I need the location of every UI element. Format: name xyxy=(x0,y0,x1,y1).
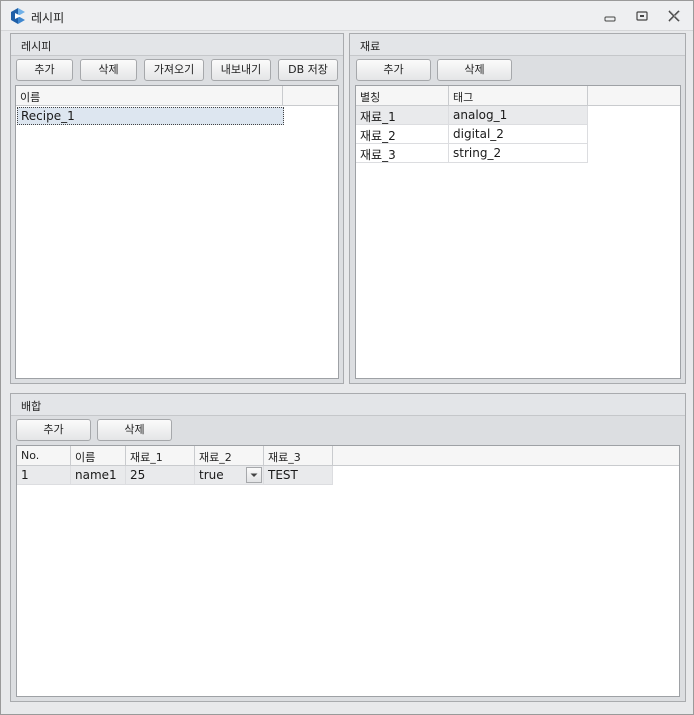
mix-column-header-filler xyxy=(333,446,679,466)
mix-add-button[interactable]: 추가 xyxy=(16,419,91,441)
minimize-icon[interactable] xyxy=(601,8,619,24)
mix-material-1-cell[interactable]: 25 xyxy=(126,466,195,485)
mix-material-3-cell[interactable]: TEST xyxy=(264,466,333,485)
chevron-down-icon[interactable] xyxy=(246,467,262,483)
mix-material-2-value: true xyxy=(199,468,224,482)
recipe-column-header-name[interactable]: 이름 xyxy=(16,86,283,106)
app-logo-icon xyxy=(9,7,27,25)
mix-panel-title: 배합 xyxy=(11,394,685,416)
maximize-icon[interactable] xyxy=(633,8,651,24)
recipe-delete-button[interactable]: 삭제 xyxy=(80,59,137,81)
mix-name-cell[interactable]: name1 xyxy=(71,466,126,485)
material-alias-cell[interactable]: 재료_3 xyxy=(356,144,449,163)
material-alias-cell[interactable]: 재료_1 xyxy=(356,106,449,125)
material-tag-cell[interactable]: string_2 xyxy=(449,144,588,163)
material-column-header-alias[interactable]: 별칭 xyxy=(356,86,449,106)
window-title: 레시피 xyxy=(31,11,65,25)
recipe-add-button[interactable]: 추가 xyxy=(16,59,73,81)
mix-material-2-dropdown[interactable]: true xyxy=(195,466,264,485)
mix-column-header-material-1[interactable]: 재료_1 xyxy=(126,446,195,466)
mix-table[interactable]: No. 이름 재료_1 재료_2 재료_3 1 name1 25 true TE… xyxy=(16,445,680,697)
recipe-list[interactable]: 이름 Recipe_1 xyxy=(15,85,339,379)
recipe-export-button[interactable]: 내보내기 xyxy=(211,59,271,81)
mix-column-header-material-2[interactable]: 재료_2 xyxy=(195,446,264,466)
mix-no-cell[interactable]: 1 xyxy=(17,466,71,485)
material-add-button[interactable]: 추가 xyxy=(356,59,431,81)
material-tag-cell[interactable]: digital_2 xyxy=(449,125,588,144)
material-panel-title: 재료 xyxy=(350,34,685,56)
mix-column-header-name[interactable]: 이름 xyxy=(71,446,126,466)
app-window: 레시피 레시피 추가 삭제 가져오기 내보내기 DB 저장 이름 Recipe_… xyxy=(0,0,694,715)
mix-panel: 배합 추가 삭제 No. 이름 재료_1 재료_2 재료_3 1 name1 2… xyxy=(10,393,686,702)
recipe-panel-title: 레시피 xyxy=(11,34,343,56)
recipe-column-header-filler xyxy=(283,86,338,106)
material-delete-button[interactable]: 삭제 xyxy=(437,59,512,81)
material-alias-cell[interactable]: 재료_2 xyxy=(356,125,449,144)
mix-delete-button[interactable]: 삭제 xyxy=(97,419,172,441)
material-tag-cell[interactable]: analog_1 xyxy=(449,106,588,125)
material-table[interactable]: 별칭 태그 재료_1 analog_1 재료_2 digital_2 재료_3 … xyxy=(355,85,681,379)
recipe-panel: 레시피 추가 삭제 가져오기 내보내기 DB 저장 이름 Recipe_1 xyxy=(10,33,344,384)
mix-column-header-material-3[interactable]: 재료_3 xyxy=(264,446,333,466)
material-panel: 재료 추가 삭제 별칭 태그 재료_1 analog_1 재료_2 digita… xyxy=(349,33,686,384)
close-icon[interactable] xyxy=(665,8,683,24)
recipe-db-save-button[interactable]: DB 저장 xyxy=(278,59,338,81)
recipe-import-button[interactable]: 가져오기 xyxy=(144,59,204,81)
material-column-header-tag[interactable]: 태그 xyxy=(449,86,588,106)
title-bar[interactable]: 레시피 xyxy=(1,1,693,31)
material-column-header-filler xyxy=(588,86,680,106)
mix-column-header-no[interactable]: No. xyxy=(17,446,71,466)
list-item-recipe[interactable]: Recipe_1 xyxy=(17,107,284,125)
